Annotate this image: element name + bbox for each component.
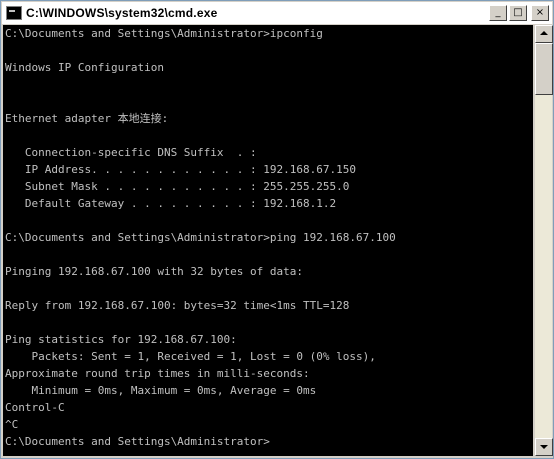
console-line: Reply from 192.168.67.100: bytes=32 time…	[5, 299, 350, 312]
scroll-up-button[interactable]	[535, 25, 553, 43]
console-line: Ping statistics for 192.168.67.100:	[5, 333, 237, 346]
arrow-up-icon	[540, 31, 548, 35]
console-line: Default Gateway . . . . . . . . . : 192.…	[5, 197, 337, 210]
maximize-button[interactable]: □	[509, 5, 527, 21]
console-line: Windows IP Configuration	[5, 61, 164, 74]
console-line: ^C	[5, 418, 19, 431]
console-line: C:\Documents and Settings\Administrator>…	[5, 27, 323, 40]
title-bar[interactable]: C:\WINDOWS\system32\cmd.exe _ □ ×	[2, 2, 552, 24]
console-line: Subnet Mask . . . . . . . . . . . : 255.…	[5, 180, 350, 193]
scroll-down-button[interactable]	[535, 438, 553, 456]
console-line: C:\Documents and Settings\Administrator>…	[5, 231, 396, 244]
window-controls: _ □ ×	[489, 5, 549, 21]
minimize-button[interactable]: _	[489, 5, 507, 21]
scroll-thumb[interactable]	[535, 43, 553, 95]
arrow-down-icon	[540, 445, 548, 449]
cmd-window: C:\WINDOWS\system32\cmd.exe _ □ × C:\Doc…	[0, 0, 554, 459]
console-output[interactable]: C:\Documents and Settings\Administrator>…	[3, 25, 533, 456]
vertical-scrollbar[interactable]	[534, 25, 553, 456]
console-line: C:\Documents and Settings\Administrator>	[5, 435, 270, 448]
close-button[interactable]: ×	[531, 5, 549, 21]
cmd-app-icon[interactable]	[6, 6, 22, 20]
console-line: Minimum = 0ms, Maximum = 0ms, Average = …	[5, 384, 317, 397]
console-line: Control-C	[5, 401, 65, 414]
console-line: Approximate round trip times in milli-se…	[5, 367, 310, 380]
console-line: Packets: Sent = 1, Received = 1, Lost = …	[5, 350, 376, 363]
console-line: Pinging 192.168.67.100 with 32 bytes of …	[5, 265, 304, 278]
console-line: IP Address. . . . . . . . . . . . : 192.…	[5, 163, 356, 176]
console-line: Connection-specific DNS Suffix . :	[5, 146, 257, 159]
console-line: Ethernet adapter 本地连接:	[5, 112, 169, 125]
window-title: C:\WINDOWS\system32\cmd.exe	[26, 6, 218, 20]
